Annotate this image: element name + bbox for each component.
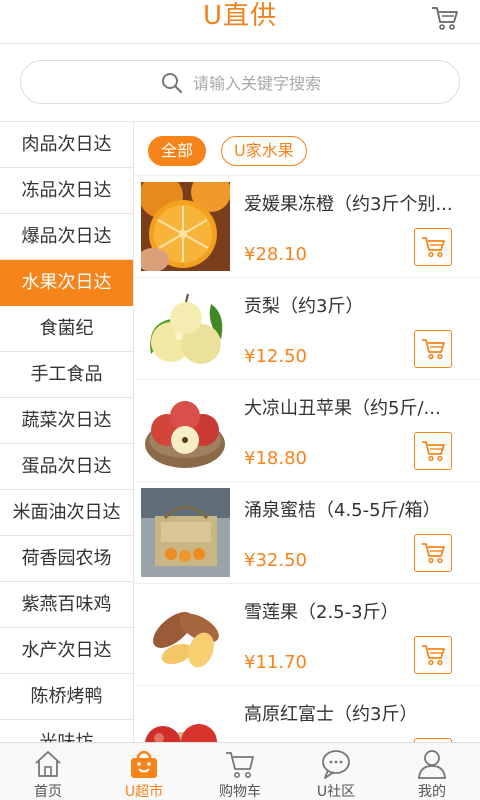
product-name[interactable]: 贡梨（约3斤）: [244, 292, 464, 318]
product-name[interactable]: 高原红富士（约3斤）: [244, 700, 464, 726]
product-price: ¥28.10: [244, 244, 307, 265]
chat-bubble-icon: [320, 748, 352, 780]
home-icon: [32, 748, 64, 780]
add-to-cart-button[interactable]: [414, 636, 452, 674]
bottom-tab-label: U超市: [124, 784, 164, 800]
product-image[interactable]: [141, 590, 230, 679]
product-row[interactable]: 高原红富士（约3斤）: [134, 686, 480, 742]
product-image[interactable]: [141, 386, 230, 475]
app: U直供 肉品次日达冻品次日达爆品次日达水果次日达食菌纪手工食品蔬菜次日达蛋品次日…: [0, 0, 480, 800]
filter-tabs: 全部 U家水果: [134, 122, 480, 176]
product-name[interactable]: 涌泉蜜桔（4.5-5斤/箱）: [244, 496, 464, 522]
bottom-tab-label: 购物车: [219, 784, 261, 800]
bottom-tab-item[interactable]: 首页: [0, 743, 96, 800]
sidebar-category-item[interactable]: 米面油次日达: [0, 490, 133, 536]
product-name[interactable]: 爱媛果冻橙（约3斤个别...: [244, 190, 464, 216]
sidebar-category-item[interactable]: 水产次日达: [0, 628, 133, 674]
bottom-tab-label: U社区: [316, 784, 356, 800]
product-row[interactable]: 爱媛果冻橙（约3斤个别... ¥28.10: [134, 176, 480, 278]
product-image[interactable]: [141, 182, 230, 271]
bottom-tab-bar: 首页 U超市 购物车 U社区 我的: [0, 742, 480, 800]
sidebar-category-item[interactable]: 肉品次日达: [0, 122, 133, 168]
product-price: ¥12.50: [244, 346, 307, 367]
product-image[interactable]: [141, 284, 230, 373]
search-bar-area: [0, 44, 480, 122]
sidebar-category-item[interactable]: 光味坊: [0, 720, 133, 742]
add-to-cart-button[interactable]: [414, 228, 452, 266]
filter-tab-u-fruit[interactable]: U家水果: [221, 136, 307, 166]
product-panel: 全部 U家水果 爱媛果冻橙（约3斤个别... ¥28.10 贡梨（约3斤） ¥12.5…: [134, 122, 480, 742]
sidebar-category-item[interactable]: 手工食品: [0, 352, 133, 398]
sidebar-category-item[interactable]: 荷香园农场: [0, 536, 133, 582]
user-icon: [416, 748, 448, 780]
filter-tab-all[interactable]: 全部: [148, 136, 207, 166]
product-name[interactable]: 雪莲果（2.5-3斤）: [244, 598, 464, 624]
product-name[interactable]: 大凉山丑苹果（约5斤/...: [244, 394, 464, 420]
product-row[interactable]: 大凉山丑苹果（约5斤/... ¥18.80: [134, 380, 480, 482]
product-price: ¥18.80: [244, 448, 307, 469]
bottom-tab-item[interactable]: U社区: [288, 743, 384, 800]
product-price: ¥32.50: [244, 550, 307, 571]
search-input[interactable]: [193, 69, 433, 97]
product-image[interactable]: [141, 488, 230, 577]
product-image[interactable]: [141, 692, 230, 742]
add-to-cart-button[interactable]: [414, 534, 452, 572]
category-sidebar: 肉品次日达 冻品次日达 爆品次日达 水果次日达 食菌纪 手工食品 蔬菜次日达 蛋品次日达 米面油…: [0, 122, 134, 742]
sidebar-category-item[interactable]: 食菌纪: [0, 306, 133, 352]
product-row[interactable]: 雪莲果（2.5-3斤） ¥11.70: [134, 584, 480, 686]
sidebar-category-item[interactable]: 紫燕百味鸡: [0, 582, 133, 628]
bottom-tab-label: 首页: [34, 784, 62, 800]
app-logo: U直供: [202, 1, 278, 31]
sidebar-category-item[interactable]: 冻品次日达: [0, 168, 133, 214]
bottom-tab-item[interactable]: 购物车: [192, 743, 288, 800]
add-to-cart-button[interactable]: [414, 432, 452, 470]
search-icon: [162, 73, 183, 94]
sidebar-category-item[interactable]: 蛋品次日达: [0, 444, 133, 490]
cart-icon[interactable]: [430, 5, 460, 31]
product-price: ¥11.70: [244, 652, 307, 673]
product-row[interactable]: 贡梨（约3斤） ¥12.50: [134, 278, 480, 380]
add-to-cart-button[interactable]: [414, 330, 452, 368]
sidebar-category-item[interactable]: 水果次日达: [0, 260, 133, 306]
top-header: U直供: [0, 0, 480, 44]
sidebar-category-item[interactable]: 爆品次日达: [0, 214, 133, 260]
product-list: 爱媛果冻橙（约3斤个别... ¥28.10 贡梨（约3斤） ¥12.50 大凉山丑苹果（…: [134, 176, 480, 742]
shopping-bag-icon: [128, 748, 160, 780]
sidebar-category-item[interactable]: 蔬菜次日达: [0, 398, 133, 444]
bottom-tab-label: 我的: [418, 784, 446, 800]
product-row[interactable]: 涌泉蜜桔（4.5-5斤/箱） ¥32.50: [134, 482, 480, 584]
sidebar-category-item[interactable]: 陈桥烤鸭: [0, 674, 133, 720]
bottom-tab-item[interactable]: 我的: [384, 743, 480, 800]
bottom-tab-item[interactable]: U超市: [96, 743, 192, 800]
search-box[interactable]: [20, 60, 460, 104]
cart-icon: [224, 748, 256, 780]
